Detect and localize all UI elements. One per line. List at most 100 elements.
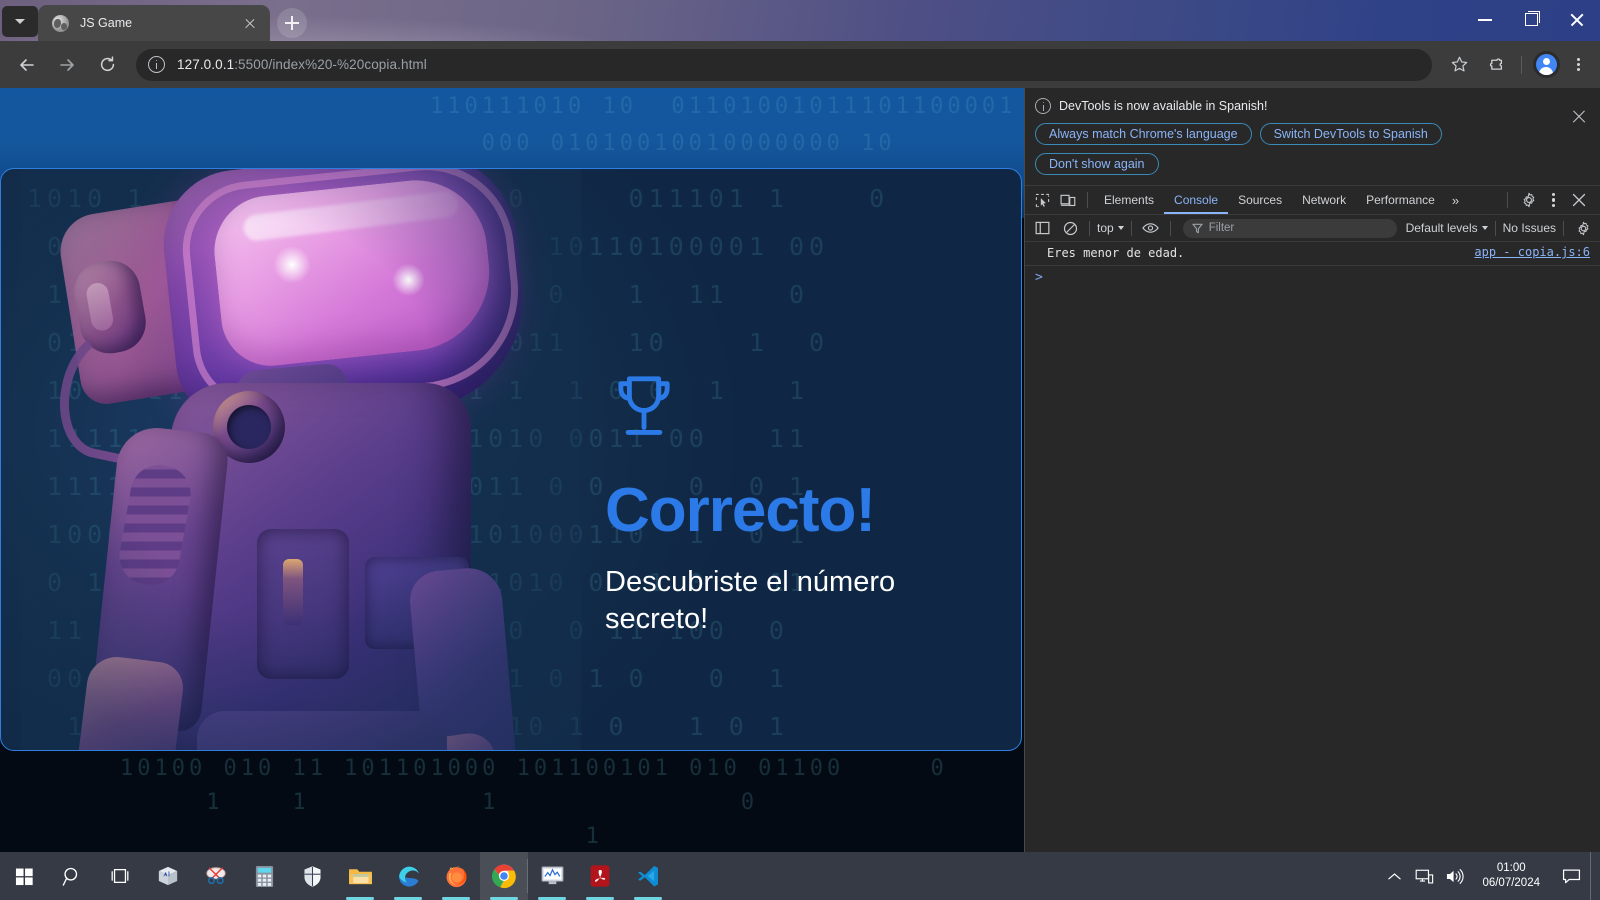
calculator-icon bbox=[255, 865, 273, 887]
extensions-puzzle-icon bbox=[1489, 58, 1502, 70]
execution-context-selector[interactable]: top bbox=[1097, 221, 1124, 235]
show-hidden-icons-button[interactable] bbox=[1380, 852, 1408, 900]
info-icon bbox=[1035, 98, 1051, 114]
file-explorer-button[interactable] bbox=[336, 852, 384, 900]
close-icon[interactable] bbox=[1570, 108, 1588, 126]
always-match-language-button[interactable]: Always match Chrome's language bbox=[1035, 123, 1252, 145]
shield-icon bbox=[303, 865, 321, 887]
volume-button[interactable] bbox=[1440, 852, 1468, 900]
network-button[interactable] bbox=[1410, 852, 1438, 900]
close-window-button[interactable] bbox=[1554, 0, 1600, 38]
tab-sources[interactable]: Sources bbox=[1228, 186, 1292, 214]
divider bbox=[1507, 192, 1508, 208]
bookmark-button[interactable] bbox=[1442, 48, 1476, 82]
devtools-panel: DevTools is now available in Spanish! Al… bbox=[1024, 88, 1600, 852]
live-expression-button[interactable] bbox=[1139, 217, 1163, 239]
web-page: 110111010 10 01101001011101100001 000 01… bbox=[0, 88, 1024, 852]
console-input-prompt[interactable]: > bbox=[1025, 266, 1600, 289]
filter-placeholder: Filter bbox=[1208, 222, 1235, 234]
tab-console[interactable]: Console bbox=[1164, 186, 1229, 214]
mozilla-firefox-button[interactable] bbox=[432, 852, 480, 900]
clear-console-button[interactable] bbox=[1058, 217, 1082, 239]
chevron-down-icon bbox=[1117, 226, 1124, 230]
folder-icon bbox=[348, 868, 372, 884]
chrome-browser-window: JS Game 127.0.0.1:5500/index%20-%20copia… bbox=[0, 0, 1600, 852]
execution-context-label: top bbox=[1097, 221, 1114, 235]
divider bbox=[1130, 220, 1132, 236]
close-icon[interactable] bbox=[240, 13, 260, 33]
divider bbox=[1563, 220, 1564, 236]
search-icon bbox=[62, 867, 77, 886]
console-message-row[interactable]: Eres menor de edad. app - copia.js:6 bbox=[1025, 242, 1600, 267]
minimize-button[interactable] bbox=[1462, 0, 1508, 38]
tab-performance[interactable]: Performance bbox=[1356, 186, 1445, 214]
vscode-icon bbox=[638, 866, 658, 887]
devtools-settings-button[interactable] bbox=[1516, 188, 1542, 213]
back-arrow-icon bbox=[20, 58, 34, 71]
system-monitor-button[interactable] bbox=[528, 852, 576, 900]
calculator-button[interactable] bbox=[240, 852, 288, 900]
console-settings-button[interactable] bbox=[1571, 217, 1595, 239]
show-desktop-button[interactable] bbox=[1590, 852, 1596, 900]
clock[interactable]: 01:00 06/07/2024 bbox=[1470, 852, 1552, 900]
dont-show-again-button[interactable]: Don't show again bbox=[1035, 153, 1159, 175]
firefox-icon bbox=[446, 866, 467, 887]
close-devtools-button[interactable] bbox=[1566, 188, 1592, 213]
adobe-acrobat-button[interactable] bbox=[576, 852, 624, 900]
browser-tab[interactable]: JS Game bbox=[38, 5, 270, 41]
maximize-button[interactable] bbox=[1508, 0, 1554, 38]
window-controls bbox=[1462, 0, 1600, 38]
chrome-menu-button[interactable] bbox=[1564, 48, 1592, 82]
astronaut-illustration bbox=[21, 169, 581, 750]
google-chrome-button[interactable] bbox=[480, 852, 528, 900]
address-bar[interactable]: 127.0.0.1:5500/index%20-%20copia.html bbox=[136, 48, 1432, 81]
toggle-device-toolbar-button[interactable] bbox=[1055, 188, 1081, 213]
console-message-source-link[interactable]: app - copia.js:6 bbox=[1474, 245, 1590, 259]
notifications-button[interactable] bbox=[1554, 852, 1588, 900]
volume-icon bbox=[1446, 868, 1464, 884]
filter-icon bbox=[1192, 223, 1203, 233]
url-text: 127.0.0.1:5500/index%20-%20copia.html bbox=[177, 57, 427, 72]
reload-button[interactable] bbox=[90, 48, 124, 82]
task-view-button[interactable] bbox=[96, 852, 144, 900]
game-result-card: 1010 1 0 11010010100 011101 1 0 010110 1… bbox=[0, 168, 1022, 751]
console-sidebar-button[interactable] bbox=[1030, 217, 1054, 239]
url-path: :5500/index%20-%20copia.html bbox=[234, 57, 427, 72]
divider bbox=[1169, 220, 1171, 236]
more-tabs-button[interactable]: » bbox=[1445, 193, 1465, 208]
banner-buttons: Always match Chrome's language Switch De… bbox=[1035, 123, 1505, 175]
scissors-icon bbox=[206, 867, 226, 885]
trophy-icon bbox=[618, 376, 670, 435]
console-message-text: Eres menor de edad. bbox=[1047, 246, 1185, 260]
console-sidebar-icon bbox=[1035, 221, 1049, 235]
console-output[interactable]: Eres menor de edad. app - copia.js:6 > bbox=[1025, 242, 1600, 852]
switch-devtools-to-spanish-button[interactable]: Switch DevTools to Spanish bbox=[1259, 123, 1442, 145]
forward-button[interactable] bbox=[50, 48, 84, 82]
inspect-element-button[interactable] bbox=[1029, 188, 1055, 213]
search-button[interactable] bbox=[48, 852, 96, 900]
site-info-icon[interactable] bbox=[148, 56, 165, 73]
snipping-tool-button[interactable] bbox=[192, 852, 240, 900]
store-app-button[interactable] bbox=[144, 852, 192, 900]
extensions-button[interactable] bbox=[1478, 48, 1512, 82]
monitor-chart-icon bbox=[541, 866, 563, 885]
clock-time: 01:00 bbox=[1496, 862, 1526, 875]
devtools-tab-bar: Elements Console Sources Network Perform… bbox=[1025, 186, 1600, 215]
windows-taskbar: 01:00 06/07/2024 bbox=[0, 852, 1600, 900]
console-filter-input[interactable]: Filter bbox=[1182, 218, 1397, 238]
back-button[interactable] bbox=[10, 48, 44, 82]
issues-counter[interactable]: No Issues bbox=[1503, 221, 1556, 235]
devtools-menu-button[interactable] bbox=[1544, 188, 1562, 212]
tab-elements[interactable]: Elements bbox=[1094, 186, 1164, 214]
browser-toolbar: 127.0.0.1:5500/index%20-%20copia.html bbox=[0, 41, 1600, 88]
notification-icon bbox=[1562, 868, 1580, 883]
start-button[interactable] bbox=[0, 852, 48, 900]
log-levels-selector[interactable]: Default levels bbox=[1406, 221, 1488, 235]
visual-studio-code-button[interactable] bbox=[624, 852, 672, 900]
tab-search-button[interactable] bbox=[2, 6, 38, 37]
profile-avatar[interactable] bbox=[1533, 51, 1560, 78]
windows-security-button[interactable] bbox=[288, 852, 336, 900]
new-tab-button[interactable] bbox=[277, 8, 307, 38]
microsoft-edge-button[interactable] bbox=[384, 852, 432, 900]
tab-network[interactable]: Network bbox=[1292, 186, 1356, 214]
